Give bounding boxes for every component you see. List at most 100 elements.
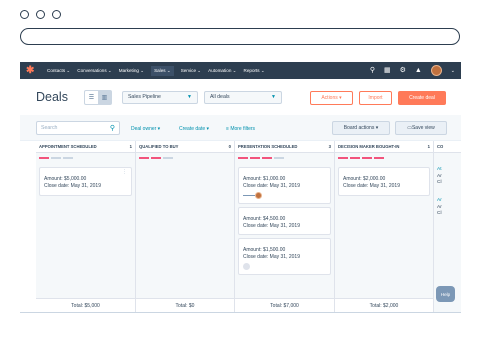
window-maximize-dot[interactable]: [52, 10, 61, 19]
stage-title: PRESENTATION SCHEDULED: [238, 144, 298, 149]
deal-close-date: Close date: May 31, 2019: [44, 183, 101, 189]
board-view-icon[interactable]: ▥: [97, 90, 111, 104]
address-bar[interactable]: [20, 28, 460, 45]
stage-header: DECISION MAKER BOUGHT-IN 1: [335, 141, 433, 153]
deal-owner-filter[interactable]: Deal owner ▾: [131, 126, 160, 132]
nav-item-contacts[interactable]: Contacts ⌄: [47, 68, 70, 74]
nav-item-marketing[interactable]: Marketing ⌄: [119, 68, 144, 74]
window-close-dot[interactable]: [20, 10, 29, 19]
pipeline-select-value: Sales Pipeline: [127, 94, 161, 100]
deal-close-date: Close date: May 31, 2019: [243, 223, 300, 229]
board-actions-button[interactable]: Board actions ▾: [332, 121, 390, 135]
stage-column: QUALIFIED TO BUY 0 Total: $0: [136, 141, 235, 312]
window-controls: [20, 10, 61, 19]
stage-header: QUALIFIED TO BUY 0: [136, 141, 234, 153]
create-deal-button[interactable]: Create deal: [398, 91, 446, 105]
view-toggle: ☰ ▥: [83, 89, 112, 105]
chevron-down-icon: ▼: [271, 94, 276, 100]
deal-card-partial[interactable]: At Ar Cl: [437, 167, 442, 187]
more-filters-label: More filters: [230, 126, 256, 132]
stage-column: APPOINTMENT SCHEDULED 1 ⋮ Amount: $5,000…: [36, 141, 136, 312]
stage-column: DECISION MAKER BOUGHT-IN 1 Amount: $2,00…: [335, 141, 434, 312]
stage-total: Total: $2,000: [335, 298, 433, 312]
search-icon[interactable]: ⚲: [370, 67, 375, 75]
stage-progress: [139, 157, 173, 159]
deal-card-partial[interactable]: Ar Ar Cl: [437, 198, 442, 218]
deal-board: APPOINTMENT SCHEDULED 1 ⋮ Amount: $5,000…: [36, 141, 461, 312]
divider: [20, 312, 461, 313]
nav-item-service[interactable]: Service ⌄: [181, 68, 201, 74]
hubspot-app: ✱ Contacts ⌄ Conversations ⌄ Marketing ⌄…: [20, 62, 461, 312]
deal-owner: [243, 263, 326, 270]
view-select-value: All deals: [209, 94, 230, 100]
settings-icon[interactable]: ⚙: [400, 67, 406, 75]
deal-amount: Amount: $1,000.00: [243, 176, 286, 182]
notifications-icon[interactable]: ▲: [415, 67, 422, 75]
stage-header: APPOINTMENT SCHEDULED 1: [36, 141, 135, 153]
stage-column: PRESENTATION SCHEDULED 3 Amount: $1,000.…: [235, 141, 335, 312]
actions-button[interactable]: Actions ▾: [310, 91, 353, 105]
stage-count: 1: [427, 144, 430, 149]
nav-item-automation[interactable]: Automation ⌄: [208, 68, 236, 74]
deal-close-date: Close date: May 31, 2019: [343, 183, 400, 189]
more-filters-link[interactable]: ≡ More filters: [226, 126, 255, 132]
stage-title: QUALIFIED TO BUY: [139, 144, 179, 149]
deal-amount: Amount: $5,000.00: [44, 176, 87, 182]
deal-close-date: Cl: [437, 180, 442, 185]
deal-card[interactable]: Amount: $1,500.00 Close date: May 31, 20…: [238, 238, 331, 275]
sprocket-icon[interactable]: ✱: [26, 65, 37, 76]
deal-name[interactable]: Ar: [437, 198, 442, 205]
nav-item-reports[interactable]: Reports ⌄: [244, 68, 265, 74]
search-input[interactable]: Search ⚲: [36, 121, 120, 135]
help-button[interactable]: Help: [436, 286, 455, 302]
deal-owner: [243, 192, 326, 199]
stage-title: DECISION MAKER BOUGHT-IN: [338, 144, 400, 149]
avatar: [255, 192, 262, 199]
save-view-button[interactable]: ▭ Save view: [395, 121, 447, 135]
page-header: Deals ☰ ▥ Sales Pipeline ▼ All deals ▼: [20, 79, 461, 115]
window-minimize-dot[interactable]: [36, 10, 45, 19]
stage-count: 1: [129, 144, 132, 149]
stage-total: Total: $7,000: [235, 298, 334, 312]
list-view-icon[interactable]: ☰: [85, 91, 98, 104]
nav-item-sales[interactable]: Sales ⌄: [151, 65, 174, 76]
stage-progress: [238, 157, 284, 159]
filter-bar: Search ⚲ Deal owner ▾ Create date ▾ ≡ Mo…: [20, 115, 461, 141]
stage-header: PRESENTATION SCHEDULED 3: [235, 141, 334, 153]
chevron-down-icon[interactable]: ⌄: [451, 67, 455, 75]
top-navigation: ✱ Contacts ⌄ Conversations ⌄ Marketing ⌄…: [20, 62, 461, 79]
chevron-down-icon: ▼: [187, 94, 192, 100]
stage-total: Total: $0: [136, 298, 234, 312]
deal-amount: Amount: $1,500.00: [243, 247, 286, 253]
deal-card[interactable]: ⋮ Amount: $5,000.00 Close date: May 31, …: [39, 167, 132, 196]
stage-progress: [39, 157, 73, 159]
stage-title: APPOINTMENT SCHEDULED: [39, 144, 97, 149]
search-icon: ⚲: [109, 125, 115, 132]
search-placeholder: Search: [41, 125, 58, 131]
stage-progress: [338, 157, 384, 159]
stage-header: CO: [434, 141, 461, 153]
create-date-filter[interactable]: Create date ▾: [179, 126, 209, 132]
deal-amount: Amount: $4,500.00: [243, 216, 286, 222]
stage-count: 3: [328, 144, 331, 149]
avatar: [243, 263, 250, 270]
stage-total: Total: $5,000: [36, 298, 135, 312]
stage-count: 0: [228, 144, 231, 149]
deal-close-date: Close date: May 31, 2019: [243, 183, 300, 189]
pipeline-select[interactable]: Sales Pipeline ▼: [121, 90, 198, 104]
deal-name[interactable]: At: [437, 167, 442, 174]
marketplace-icon[interactable]: ▦: [384, 67, 391, 75]
nav-utilities: ⚲ ▦ ⚙ ▲ ⌄: [370, 65, 455, 76]
stage-title: CO: [437, 144, 444, 149]
deal-card[interactable]: Amount: $4,500.00 Close date: May 31, 20…: [238, 207, 331, 235]
deal-card[interactable]: Amount: $1,000.00 Close date: May 31, 20…: [238, 167, 331, 204]
deal-close-date: Close date: May 31, 2019: [243, 254, 300, 260]
more-options-icon[interactable]: ⋮: [122, 169, 127, 176]
view-select[interactable]: All deals ▼: [203, 90, 282, 104]
user-avatar[interactable]: [430, 65, 442, 76]
import-button[interactable]: Import: [359, 91, 392, 105]
deal-card[interactable]: Amount: $2,000.00 Close date: May 31, 20…: [338, 167, 430, 196]
page-title: Deals: [36, 90, 68, 104]
deal-amount: Amount: $2,000.00: [343, 176, 386, 182]
nav-item-conversations[interactable]: Conversations ⌄: [77, 68, 112, 74]
